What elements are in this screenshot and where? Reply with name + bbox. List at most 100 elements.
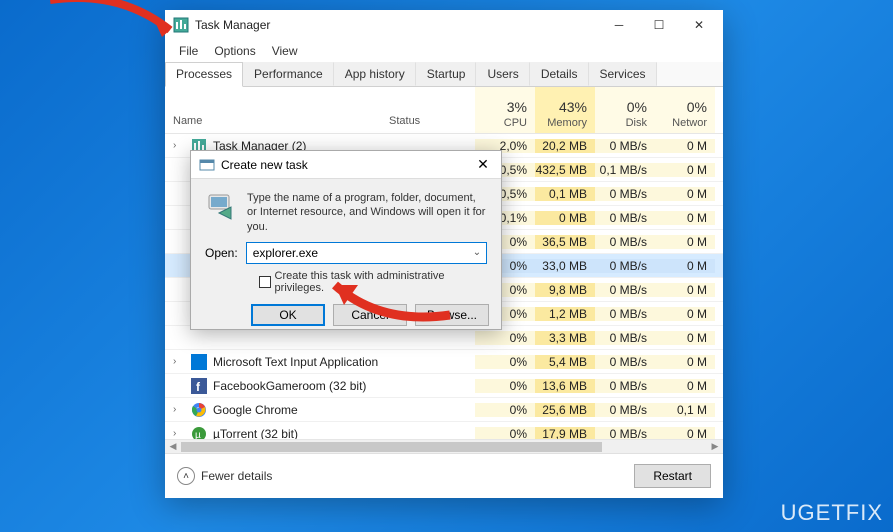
process-row[interactable]: ›Google Chrome0%25,6 MB0 MB/s0,1 M bbox=[165, 398, 723, 422]
col-cpu[interactable]: 3% CPU bbox=[475, 87, 535, 133]
process-cpu-cell: 0% bbox=[475, 355, 535, 369]
process-network-cell: 0 M bbox=[655, 283, 715, 297]
dialog-close-button[interactable]: ✕ bbox=[465, 152, 501, 178]
open-combobox[interactable]: ⌄ bbox=[246, 242, 487, 264]
run-dialog-icon bbox=[199, 157, 215, 173]
process-network-cell: 0 M bbox=[655, 139, 715, 153]
horizontal-scrollbar[interactable]: ◀ ▶ bbox=[165, 439, 723, 453]
grid-header: Name Status 3% CPU 43% Memory 0% Disk 0%… bbox=[165, 87, 723, 134]
process-network-cell: 0 M bbox=[655, 211, 715, 225]
expand-chevron-icon[interactable]: › bbox=[173, 356, 185, 367]
chevron-up-icon: ˄ bbox=[177, 467, 195, 485]
col-memory[interactable]: 43% Memory bbox=[535, 87, 595, 133]
process-disk-cell: 0 MB/s bbox=[595, 379, 655, 393]
close-button[interactable]: ✕ bbox=[679, 11, 719, 39]
process-network-cell: 0 M bbox=[655, 187, 715, 201]
process-network-cell: 0 M bbox=[655, 331, 715, 345]
process-disk-cell: 0 MB/s bbox=[595, 211, 655, 225]
process-disk-cell: 0 MB/s bbox=[595, 355, 655, 369]
process-row[interactable]: ›Microsoft Text Input Application 0%5,4 M… bbox=[165, 350, 723, 374]
process-network-cell: 0 M bbox=[655, 307, 715, 321]
task-manager-icon bbox=[173, 17, 189, 33]
expand-chevron-icon[interactable]: › bbox=[173, 428, 185, 439]
process-memory-cell: 25,6 MB bbox=[535, 403, 595, 417]
expand-chevron-icon[interactable]: › bbox=[173, 404, 185, 415]
process-disk-cell: 0 MB/s bbox=[595, 427, 655, 440]
menu-view[interactable]: View bbox=[264, 42, 306, 60]
col-disk[interactable]: 0% Disk bbox=[595, 87, 655, 133]
ok-button[interactable]: OK bbox=[251, 304, 325, 326]
process-icon bbox=[191, 354, 207, 370]
process-name-cell: ›µµTorrent (32 bit) bbox=[165, 426, 385, 440]
process-disk-cell: 0 MB/s bbox=[595, 331, 655, 345]
process-icon: f bbox=[191, 378, 207, 394]
tab-app-history[interactable]: App history bbox=[334, 62, 416, 86]
process-network-cell: 0 M bbox=[655, 163, 715, 177]
admin-label: Create this task with administrative pri… bbox=[275, 270, 487, 294]
footer-bar: ˄ Fewer details Restart bbox=[165, 453, 723, 498]
tab-processes[interactable]: Processes bbox=[165, 62, 243, 87]
process-memory-cell: 1,2 MB bbox=[535, 307, 595, 321]
restart-button[interactable]: Restart bbox=[634, 464, 711, 488]
process-memory-cell: 0,1 MB bbox=[535, 187, 595, 201]
process-disk-cell: 0 MB/s bbox=[595, 235, 655, 249]
tab-services[interactable]: Services bbox=[589, 62, 657, 86]
dropdown-icon[interactable]: ⌄ bbox=[468, 247, 486, 258]
menu-bar: File Options View bbox=[165, 40, 723, 62]
tab-details[interactable]: Details bbox=[530, 62, 589, 86]
process-memory-cell: 33,0 MB bbox=[535, 259, 595, 273]
menu-file[interactable]: File bbox=[171, 42, 206, 60]
expand-chevron-icon[interactable]: › bbox=[173, 140, 185, 151]
process-disk-cell: 0 MB/s bbox=[595, 283, 655, 297]
col-name[interactable]: Name bbox=[165, 87, 385, 133]
process-memory-cell: 20,2 MB bbox=[535, 139, 595, 153]
tab-startup[interactable]: Startup bbox=[416, 62, 477, 86]
process-icon: µ bbox=[191, 426, 207, 440]
process-name-cell: fFacebookGameroom (32 bit) bbox=[165, 378, 385, 394]
open-input[interactable] bbox=[247, 246, 468, 260]
process-icon bbox=[191, 402, 207, 418]
process-row[interactable]: ›µµTorrent (32 bit)0%17,9 MB0 MB/s0 M bbox=[165, 422, 723, 439]
process-network-cell: 0 M bbox=[655, 235, 715, 249]
process-disk-cell: 0 MB/s bbox=[595, 139, 655, 153]
menu-options[interactable]: Options bbox=[206, 42, 263, 60]
window-title: Task Manager bbox=[195, 18, 599, 32]
process-network-cell: 0 M bbox=[655, 427, 715, 440]
process-memory-cell: 9,8 MB bbox=[535, 283, 595, 297]
scroll-right-icon[interactable]: ▶ bbox=[707, 441, 723, 452]
process-cpu-cell: 0% bbox=[475, 427, 535, 440]
admin-checkbox[interactable] bbox=[259, 276, 271, 288]
minimize-button[interactable]: ─ bbox=[599, 11, 639, 39]
process-memory-cell: 5,4 MB bbox=[535, 355, 595, 369]
watermark: UGETFIX bbox=[781, 500, 883, 526]
tab-performance[interactable]: Performance bbox=[243, 62, 334, 86]
col-status[interactable]: Status bbox=[385, 87, 475, 133]
process-memory-cell: 3,3 MB bbox=[535, 331, 595, 345]
dialog-title-bar[interactable]: Create new task ✕ bbox=[191, 151, 501, 179]
maximize-button[interactable]: ☐ bbox=[639, 11, 679, 39]
process-name-cell: ›Microsoft Text Input Application bbox=[165, 354, 385, 370]
process-memory-cell: 0 MB bbox=[535, 211, 595, 225]
col-network[interactable]: 0% Networ bbox=[655, 87, 715, 133]
dialog-title: Create new task bbox=[221, 158, 465, 172]
open-label: Open: bbox=[205, 246, 238, 260]
title-bar[interactable]: Task Manager ─ ☐ ✕ bbox=[165, 10, 723, 40]
process-network-cell: 0,1 M bbox=[655, 403, 715, 417]
scroll-thumb[interactable] bbox=[181, 442, 602, 452]
process-disk-cell: 0 MB/s bbox=[595, 259, 655, 273]
tab-bar: Processes Performance App history Startu… bbox=[165, 62, 723, 87]
process-memory-cell: 432,5 MB bbox=[535, 163, 595, 177]
browse-button[interactable]: Browse... bbox=[415, 304, 489, 326]
process-network-cell: 0 M bbox=[655, 355, 715, 369]
cancel-button[interactable]: Cancel bbox=[333, 304, 407, 326]
process-network-cell: 0 M bbox=[655, 379, 715, 393]
process-name-cell: ›Google Chrome bbox=[165, 402, 385, 418]
process-memory-cell: 17,9 MB bbox=[535, 427, 595, 440]
tab-users[interactable]: Users bbox=[476, 62, 529, 86]
scroll-left-icon[interactable]: ◀ bbox=[165, 441, 181, 452]
process-disk-cell: 0 MB/s bbox=[595, 403, 655, 417]
fewer-details-button[interactable]: ˄ Fewer details bbox=[177, 467, 272, 485]
process-disk-cell: 0,1 MB/s bbox=[595, 163, 655, 177]
process-disk-cell: 0 MB/s bbox=[595, 307, 655, 321]
process-row[interactable]: fFacebookGameroom (32 bit)0%13,6 MB0 MB/… bbox=[165, 374, 723, 398]
